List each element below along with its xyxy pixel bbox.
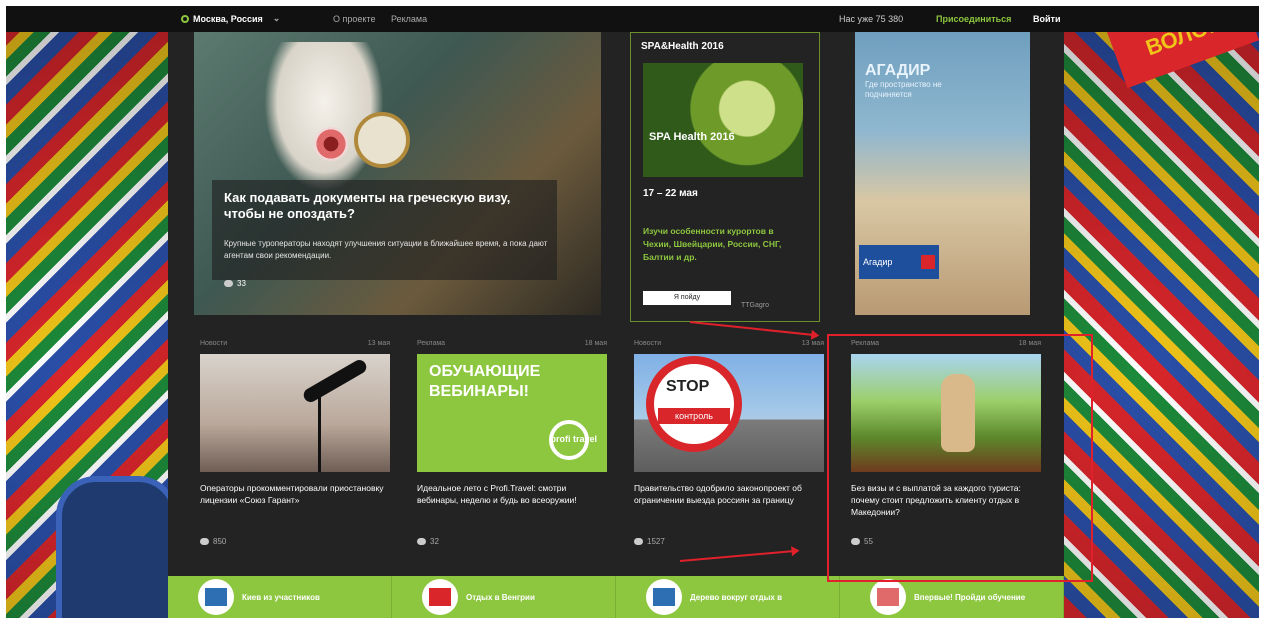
hero-title[interactable]: Как подавать документы на греческую визу… [224,190,554,222]
location-label: Москва, Россия [193,13,263,24]
bottom-promo-label: Отдых в Венгрии [466,592,535,602]
promo-icon [870,579,906,615]
agadir-logo: Агадир [859,245,939,279]
spa-image: SPA Health 2016 [643,63,803,177]
decor-door [56,476,178,618]
stop-sign-text: STOP [666,378,710,395]
news-card[interactable]: Новости 13 мая Операторы прокомментировал… [200,340,400,570]
comment-icon [224,280,233,287]
profi-travel-label: profi travel [550,434,597,444]
eye-icon [634,538,643,545]
card-image-stop-sign[interactable]: STOP контроль [634,354,824,472]
eye-icon [417,538,426,545]
location-pin-icon [181,14,189,23]
spa-description: Изучи особенности курортов в Чехии, Швей… [643,226,782,262]
spa-ad-label: TTGagro [741,302,770,309]
card-caption[interactable]: Правительство одобрило законопроект об о… [634,482,824,506]
hero-article[interactable]: Как подавать документы на греческую визу… [194,32,601,315]
promo-icon [422,579,458,615]
login-link[interactable]: Войти [1033,14,1060,24]
agadir-subtitle: Где пространство не подчиняется [865,80,942,99]
eye-icon [200,538,209,545]
card-category: Новости [634,340,662,347]
bottom-promo-item[interactable]: Дерево вокруг отдых в [616,576,840,618]
card-date: 13 мая [367,340,390,347]
microphone-stand [318,394,321,472]
spa-dates: 17 – 22 мая [643,188,698,199]
card-meta: Новости 13 мая [634,340,824,347]
card-views-count: 850 [213,537,227,546]
bottom-promo-item[interactable]: Отдых в Венгрии [392,576,616,618]
card-category: Реклама [417,340,446,347]
bottom-promo-item[interactable]: Киев из участников [168,576,392,618]
decor-left [6,6,178,618]
annotation-highlight-box [827,334,1093,582]
card-caption[interactable]: Операторы прокомментировали приостановку… [200,482,390,506]
bottom-promo-label: Впервые! Пройди обучение [914,592,1026,602]
chevron-down-icon: ⌄ [272,13,281,23]
spa-attend-button[interactable]: Я пойду [643,291,731,305]
spa-promo[interactable]: SPA&Health 2016 SPA Health 2016 17 – 22 … [630,32,820,322]
card-views-count: 1527 [647,537,665,546]
news-card[interactable]: Новости 13 мая STOP контроль Правительств… [634,340,834,570]
top-bar: Москва, Россия ⌄ О проекте Реклама Нас у… [6,6,1259,32]
bottom-promo-label: Киев из участников [242,592,320,602]
agadir-title: АГАДИР [865,62,931,79]
card-caption[interactable]: Идеальное лето с Profi.Travel: смотри ве… [417,482,607,506]
promo-icon [198,579,234,615]
card-image-webinars[interactable]: ОБУЧАЮЩИЕ ВЕБИНАРЫ! profi travel [417,354,607,472]
webinars-banner-title: ОБУЧАЮЩИЕ ВЕБИНАРЫ! [429,363,541,400]
card-views: 850 [200,537,226,546]
bottom-promo-label: Дерево вокруг отдых в [690,592,782,602]
spa-image-badge: SPA Health 2016 [649,131,735,143]
hero-image-eye [314,127,348,161]
ad-card[interactable]: Реклама 18 мая ОБУЧАЮЩИЕ ВЕБИНАРЫ! profi … [417,340,617,570]
members-count: Нас уже 75 380 [839,14,904,24]
promo-icon [646,579,682,615]
agadir-logo-mark [921,255,935,269]
bottom-promo-item[interactable]: Впервые! Пройди обучение [840,576,1064,618]
spa-title: SPA&Health 2016 [641,41,724,52]
ads-link[interactable]: Реклама [391,14,427,24]
card-views-count: 32 [430,537,439,546]
hero-comments-count: 33 [237,279,246,288]
card-views: 32 [417,537,439,546]
card-date: 13 мая [801,340,824,347]
stop-sign-band: контроль [658,408,730,424]
about-link[interactable]: О проекте [333,14,375,24]
stop-sign-icon: STOP контроль [646,356,742,452]
hero-lead: Крупные туроператоры находят улучшения с… [224,239,548,260]
bottom-promo-strip: Киев из участников Отдых в Венгрии Дерев… [168,576,1064,618]
card-meta: Новости 13 мая [200,340,390,347]
location-selector[interactable]: Москва, Россия ⌄ [181,13,280,24]
decor-right: ВОЛОГ [1064,6,1259,618]
hero-comments: 33 [224,279,246,288]
join-link[interactable]: Присоединиться [936,14,1011,24]
pocket-watch-icon [354,112,410,168]
card-image-microphone[interactable] [200,354,390,472]
agadir-banner[interactable]: АГАДИР Где пространство не подчиняется А… [855,32,1030,315]
card-category: Новости [200,340,228,347]
microphone-icon [301,357,369,405]
agadir-brand: Агадир [863,257,893,267]
card-views: 1527 [634,537,665,546]
card-date: 18 мая [584,340,607,347]
card-meta: Реклама 18 мая [417,340,607,347]
